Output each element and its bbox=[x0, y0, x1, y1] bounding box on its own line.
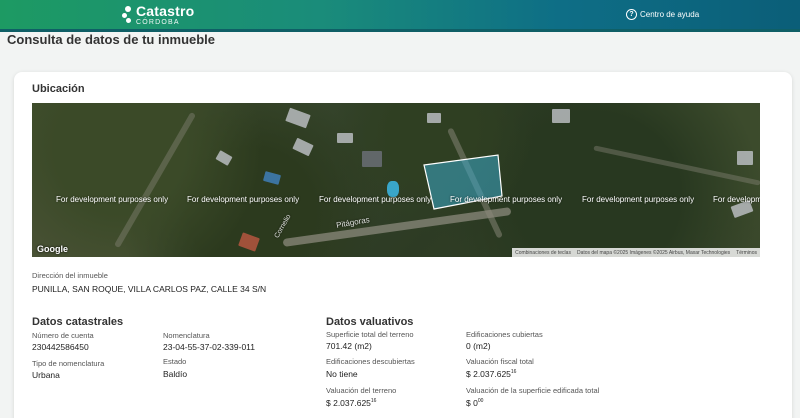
dev-watermark: For development purposes only bbox=[319, 195, 432, 204]
help-center-label: Centro de ayuda bbox=[640, 10, 700, 19]
nomenclature-type-value: Urbana bbox=[32, 370, 60, 380]
nomenclature-value: 23-04-55-37-02-339-011 bbox=[163, 342, 255, 352]
status-label: Estado bbox=[163, 357, 187, 366]
cadastral-section-title: Datos catastrales bbox=[32, 316, 124, 328]
uncovered-buildings-label: Edificaciones descubiertas bbox=[326, 357, 415, 366]
address-label: Dirección del inmueble bbox=[32, 271, 108, 280]
keyboard-shortcuts-link[interactable]: Combinaciones de teclas bbox=[515, 250, 571, 256]
built-area-valuation-value: $ 000 bbox=[466, 398, 484, 408]
top-bar: Catastro CÓRDOBA ? Centro de ayuda bbox=[0, 0, 800, 32]
dev-watermark: For development purposes only bbox=[450, 195, 563, 204]
dev-watermark: For development purposes only bbox=[187, 195, 300, 204]
page-title: Consulta de datos de tu inmueble bbox=[7, 32, 216, 47]
logo-title: Catastro bbox=[136, 3, 195, 19]
help-center-link[interactable]: ? Centro de ayuda bbox=[626, 9, 699, 20]
map-data-attribution: Datos del mapa ©2025 Imágenes ©2025 Airb… bbox=[576, 249, 731, 256]
parcel-polygon[interactable] bbox=[32, 103, 760, 257]
logo-subtitle: CÓRDOBA bbox=[136, 19, 180, 26]
account-number-value: 230442586450 bbox=[32, 342, 89, 352]
satellite-map[interactable]: Pitágoras Cornelio For development purpo… bbox=[32, 103, 760, 257]
total-fiscal-valuation-value: $ 2.037.62516 bbox=[466, 369, 517, 379]
logo-mark-icon bbox=[122, 6, 132, 24]
address-value: PUNILLA, SAN ROQUE, VILLA CARLOS PAZ, CA… bbox=[32, 284, 267, 294]
terms-link[interactable]: Términos bbox=[736, 250, 757, 256]
property-card: Ubicación Pitágoras Cornelio For develop… bbox=[14, 72, 792, 418]
dev-watermark: For development purposes only bbox=[582, 195, 695, 204]
valuation-section-title: Datos valuativos bbox=[326, 316, 414, 328]
dev-watermark: For development purposes only bbox=[713, 195, 760, 204]
built-area-valuation-label: Valuación de la superficie edificada tot… bbox=[466, 386, 600, 395]
status-value: Baldío bbox=[163, 369, 188, 379]
location-section-title: Ubicación bbox=[32, 83, 85, 95]
account-number-label: Número de cuenta bbox=[32, 331, 94, 340]
land-area-value: 701.42 (m2) bbox=[326, 341, 372, 351]
total-fiscal-valuation-label: Valuación fiscal total bbox=[466, 357, 534, 366]
nomenclature-type-label: Tipo de nomenclatura bbox=[32, 359, 105, 368]
covered-buildings-label: Edificaciones cubiertas bbox=[466, 330, 543, 339]
land-valuation-label: Valuación del terreno bbox=[326, 386, 397, 395]
catastro-logo[interactable]: Catastro CÓRDOBA bbox=[122, 4, 194, 26]
land-valuation-value: $ 2.037.62516 bbox=[326, 398, 377, 408]
dev-watermark: For development purposes only bbox=[56, 195, 169, 204]
uncovered-buildings-value: No tiene bbox=[326, 369, 358, 379]
nomenclature-label: Nomenclatura bbox=[163, 331, 210, 340]
covered-buildings-value: 0 (m2) bbox=[466, 341, 491, 351]
map-attribution: Combinaciones de teclas Datos del mapa ©… bbox=[512, 248, 760, 257]
land-area-label: Superficie total del terreno bbox=[326, 330, 414, 339]
question-circle-icon: ? bbox=[626, 9, 637, 20]
google-logo: Google bbox=[37, 244, 68, 254]
